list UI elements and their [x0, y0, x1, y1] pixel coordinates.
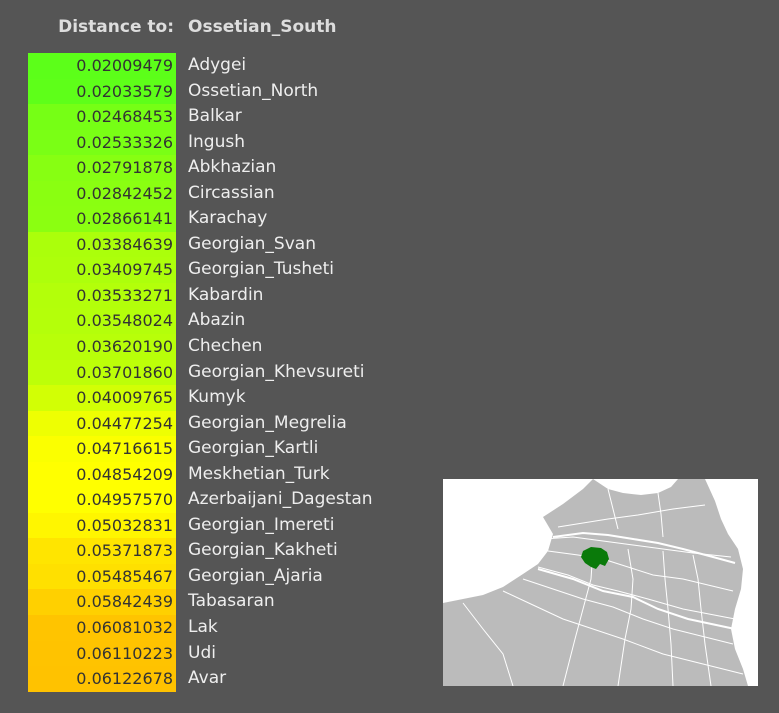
distance-value-cell: 0.04957570 — [28, 487, 176, 513]
distance-header-label: Distance to: — [58, 17, 174, 37]
table-row: 0.06122678 Avar — [28, 666, 428, 692]
population-name: Georgian_Svan — [188, 233, 316, 254]
distance-value-cell: 0.04716615 — [28, 436, 176, 462]
table-row: 0.05485467 Georgian_Ajaria — [28, 563, 428, 590]
table-row: 0.03620190 Chechen — [28, 334, 428, 360]
distance-value-cell: 0.05485467 — [28, 563, 176, 590]
population-name: Balkar — [188, 106, 242, 127]
table-row: 0.02842452 Circassian — [28, 180, 428, 207]
table-row: 0.02009479 Adygei — [28, 53, 428, 79]
population-name: Udi — [188, 642, 216, 663]
population-name: Georgian_Khevsureti — [188, 361, 365, 382]
population-name: Ingush — [188, 131, 245, 152]
table-row: 0.04957570 Azerbaijani_Dagestan — [28, 487, 428, 513]
population-name: Circassian — [188, 182, 275, 203]
population-name: Avar — [188, 668, 227, 689]
table-row: 0.06110223 Udi — [28, 640, 428, 667]
distance-value-cell: 0.02866141 — [28, 206, 176, 232]
population-name: Georgian_Kartli — [188, 438, 319, 459]
population-name: Georgian_Tusheti — [188, 259, 334, 280]
distance-value-cell: 0.03620190 — [28, 334, 176, 360]
distance-value-cell: 0.02009479 — [28, 53, 176, 79]
distance-value-cell: 0.02842452 — [28, 180, 176, 207]
table-row: 0.04009765 Kumyk — [28, 385, 428, 411]
table-row: 0.02033579 Ossetian_North — [28, 78, 428, 105]
population-name: Azerbaijani_Dagestan — [188, 489, 373, 510]
distance-value-cell: 0.04854209 — [28, 461, 176, 488]
distance-value-cell: 0.04477254 — [28, 410, 176, 437]
distance-value-cell: 0.05842439 — [28, 589, 176, 616]
population-name: Adygei — [188, 55, 247, 75]
table-row: 0.03409745 Georgian_Tusheti — [28, 257, 428, 283]
population-name: Kumyk — [188, 387, 246, 408]
table-row: 0.05032831 Georgian_Imereti — [28, 512, 428, 539]
table-row: 0.04854209 Meskhetian_Turk — [28, 461, 428, 488]
distance-value-cell: 0.06122678 — [28, 666, 176, 692]
distance-value-cell: 0.03409745 — [28, 257, 176, 283]
distance-value-cell: 0.06110223 — [28, 640, 176, 667]
table-row: 0.04716615 Georgian_Kartli — [28, 436, 428, 462]
table-row: 0.02468453 Balkar — [28, 104, 428, 130]
distance-value-cell: 0.03548024 — [28, 308, 176, 335]
population-name: Chechen — [188, 336, 263, 357]
table-row: 0.04477254 Georgian_Megrelia — [28, 410, 428, 437]
distance-value-cell: 0.02791878 — [28, 155, 176, 181]
distance-value-cell: 0.03384639 — [28, 231, 176, 258]
distance-value-cell: 0.02033579 — [28, 78, 176, 105]
distance-value-cell: 0.02468453 — [28, 104, 176, 130]
distance-value-cell: 0.05032831 — [28, 512, 176, 539]
table-row: 0.02533326 Ingush — [28, 129, 428, 156]
distance-value-cell: 0.05371873 — [28, 538, 176, 564]
region-map — [443, 479, 758, 686]
population-name: Georgian_Kakheti — [188, 540, 338, 561]
table-row: 0.02866141 Karachay — [28, 206, 428, 232]
population-name: Lak — [188, 617, 218, 638]
table-row: 0.05842439 Tabasaran — [28, 589, 428, 616]
table-row: 0.05371873 Georgian_Kakheti — [28, 538, 428, 564]
population-name: Karachay — [188, 208, 268, 229]
table-row: 0.02791878 Abkhazian — [28, 155, 428, 181]
region-map-svg — [443, 479, 758, 686]
table-row: 0.03701860 Georgian_Khevsureti — [28, 359, 428, 386]
population-name: Ossetian_North — [188, 80, 319, 101]
population-name: Kabardin — [188, 284, 264, 305]
table-row: 0.03384639 Georgian_Svan — [28, 231, 428, 258]
distance-value-cell: 0.03533271 — [28, 282, 176, 309]
distance-value-cell: 0.02533326 — [28, 129, 176, 156]
distance-value-cell: 0.04009765 — [28, 385, 176, 411]
population-name: Georgian_Imereti — [188, 514, 335, 535]
population-name: Georgian_Megrelia — [188, 412, 347, 433]
table-row: 0.03548024 Abazin — [28, 308, 428, 335]
distance-table: 0.02009479 Adygei 0.02033579 Ossetian_North… — [28, 53, 428, 692]
population-name: Abkhazian — [188, 157, 277, 178]
distance-value-cell: 0.03701860 — [28, 359, 176, 386]
distance-value-cell: 0.06081032 — [28, 615, 176, 641]
target-population-title: Ossetian_South — [188, 17, 337, 37]
population-name: Georgian_Ajaria — [188, 565, 323, 586]
table-row: 0.06081032 Lak — [28, 615, 428, 641]
table-row: 0.03533271 Kabardin — [28, 282, 428, 309]
population-name: Tabasaran — [188, 591, 275, 612]
population-name: Abazin — [188, 310, 246, 331]
population-name: Meskhetian_Turk — [188, 463, 330, 484]
